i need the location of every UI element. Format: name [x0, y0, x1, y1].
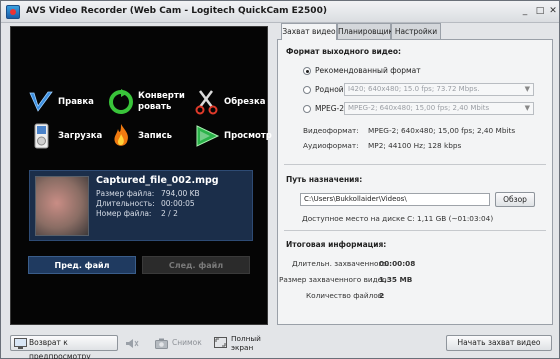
close-icon[interactable]: ✕ — [547, 5, 559, 17]
file-duration-row: Длительность: 00:00:05 — [96, 199, 195, 208]
file-duration-value: 00:00:05 — [161, 199, 195, 208]
destination-path-input[interactable]: C:\Users\Bukkollaider\Videos\ — [300, 193, 490, 206]
free-space-text: Доступное место на диске C: 1,11 GB (~01… — [302, 214, 494, 223]
file-duration-label: Длительность: — [96, 199, 155, 208]
capture-tab-content: Формат выходного видео: Рекомендованный … — [277, 39, 553, 325]
mpeg2-format-select[interactable]: MPEG-2; 640x480; 15,00 fps; 2,40 Mbits ▼ — [344, 102, 534, 115]
convert-label: Конверти ровать — [138, 91, 185, 112]
mpeg2-format-value: MPEG-2; 640x480; 15,00 fps; 2,40 Mbits — [348, 104, 490, 112]
back-to-preview-label: Возврат к предпросмотру — [29, 338, 91, 359]
captured-size-label: Размер захваченного видео: — [279, 275, 390, 284]
mpeg2-format-label: MPEG-2 — [315, 104, 345, 113]
convert-action[interactable]: Конверти ровать — [108, 89, 188, 119]
convert-icon — [109, 89, 133, 114]
app-window: AVS Video Recorder (Web Cam - Logitech Q… — [0, 0, 560, 359]
scissors-icon — [195, 90, 218, 115]
native-format-value: I420; 640x480; 15.0 fps; 73.72 Mbps. — [348, 85, 480, 93]
file-count-value: 2 — [379, 291, 385, 300]
upload-label: Загрузка — [58, 131, 103, 141]
audio-format-label: Аудиоформат: — [303, 141, 359, 150]
burn-action[interactable]: Запись — [108, 123, 178, 153]
chevron-down-icon: ▼ — [524, 85, 530, 93]
fullscreen-icon — [214, 337, 227, 348]
play-icon — [196, 125, 220, 147]
back-monitor-icon — [14, 338, 27, 349]
maximize-icon[interactable]: □ — [534, 5, 546, 17]
snapshot-button[interactable]: Снимок — [153, 335, 203, 351]
video-format-value: MPEG-2; 640x480; 15,00 fps; 2,40 Mbits — [368, 126, 516, 135]
format-heading: Формат выходного видео: — [286, 47, 401, 56]
divider — [284, 164, 546, 165]
burn-icon — [114, 124, 128, 146]
view-action[interactable]: Просмотр — [194, 123, 272, 153]
app-logo-icon — [6, 5, 20, 19]
file-number-value: 2 / 2 — [161, 209, 178, 218]
minimize-icon[interactable]: _ — [519, 5, 531, 17]
file-size-value: 794,00 KB — [161, 189, 200, 198]
mute-icon[interactable] — [125, 338, 139, 349]
summary-heading: Итоговая информация: — [286, 240, 387, 249]
file-count-label: Количество файлов: — [306, 291, 385, 300]
video-thumbnail[interactable] — [35, 176, 89, 236]
file-number-label: Номер файла: — [96, 209, 152, 218]
captured-size-value: 1,35 MB — [379, 275, 413, 284]
video-format-label: Видеоформат: — [303, 126, 359, 135]
next-file-button[interactable]: След. файл — [142, 256, 250, 274]
file-info-panel: Captured_file_002.mpg Размер файла: 794,… — [29, 170, 253, 241]
tab-settings[interactable]: Настройки — [391, 23, 441, 39]
prev-file-button[interactable]: Пред. файл — [28, 256, 136, 274]
fullscreen-label-line1: Полный — [231, 334, 261, 343]
captured-duration-label: Длительн. захваченного: — [292, 259, 390, 268]
browse-button[interactable]: Обзор — [495, 192, 535, 207]
tab-capture[interactable]: Захват видео — [281, 23, 337, 40]
camera-icon — [155, 338, 168, 349]
tab-scheduler[interactable]: Планировщик — [337, 23, 393, 39]
burn-label: Запись — [138, 131, 173, 141]
start-capture-button[interactable]: Начать захват видео — [446, 335, 552, 351]
trim-label: Обрезка — [224, 97, 266, 107]
view-label: Просмотр — [224, 131, 272, 141]
settings-panel: Захват видео Планировщик Настройки Форма… — [277, 23, 553, 325]
file-size-label: Размер файла: — [96, 189, 155, 198]
chevron-down-icon: ▼ — [524, 104, 530, 112]
native-format-radio[interactable] — [303, 86, 311, 94]
native-format-select[interactable]: I420; 640x480; 15.0 fps; 73.72 Mbps. ▼ — [344, 83, 534, 96]
edit-label: Правка — [58, 97, 94, 107]
window-title: AVS Video Recorder (Web Cam - Logitech Q… — [26, 6, 327, 16]
file-size-row: Размер файла: 794,00 KB — [96, 189, 200, 198]
edit-action[interactable]: Правка — [28, 89, 98, 119]
native-format-label: Родной — [315, 85, 344, 94]
file-name: Captured_file_002.mpg — [96, 175, 219, 186]
upload-action[interactable]: Загрузка — [28, 123, 102, 153]
preview-panel: Правка Конверти ровать Обрезка Загрузка … — [10, 26, 272, 325]
mpeg2-format-radio[interactable] — [303, 105, 311, 113]
divider — [284, 230, 546, 231]
fullscreen-label-line2: экран — [231, 343, 254, 352]
trim-action[interactable]: Обрезка — [194, 89, 266, 119]
destination-heading: Путь назначения: — [286, 175, 363, 184]
audio-format-value: MP2; 44100 Hz; 128 kbps — [368, 141, 462, 150]
captured-duration-value: 00:00:08 — [379, 259, 416, 268]
edit-icon — [29, 91, 53, 112]
recommended-format-radio[interactable] — [303, 67, 311, 75]
title-bar[interactable]: AVS Video Recorder (Web Cam - Logitech Q… — [1, 1, 559, 23]
back-to-preview-button[interactable]: Возврат к предпросмотру — [10, 335, 118, 359]
recommended-format-label: Рекомендованный формат — [315, 66, 421, 75]
bottom-toolbar: Возврат к предпросмотру Снимок Полный экр… — [1, 327, 559, 359]
file-number-row: Номер файла: 2 / 2 — [96, 209, 178, 218]
snapshot-label: Снимок — [172, 338, 202, 347]
fullscreen-label: Полный экран — [231, 334, 261, 352]
fullscreen-button[interactable]: Полный экран — [212, 333, 268, 353]
ipod-icon — [34, 123, 49, 149]
